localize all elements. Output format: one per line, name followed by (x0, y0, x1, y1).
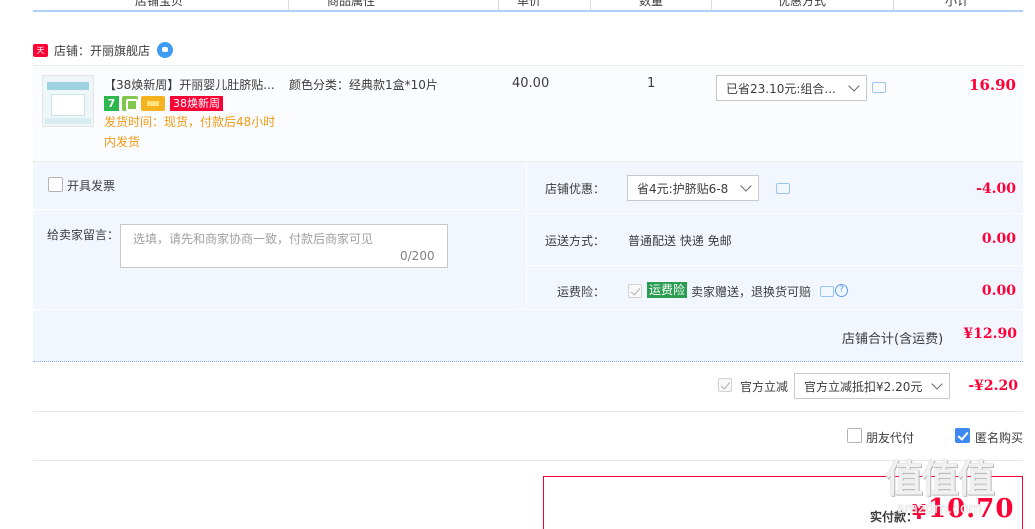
tmall-icon: 天猫 (33, 43, 48, 68)
insurance-description: 卖家赠送，退换货可赔 (691, 285, 812, 299)
shipping-amount: 0.00 (981, 231, 1016, 247)
friend-pay-checkbox[interactable] (847, 428, 862, 443)
shipping-method-value: 普通配送 快递 免邮 (628, 234, 732, 248)
header-divider (711, 0, 712, 10)
shop-header: 天猫 店铺：开丽旗舰店 (33, 41, 174, 68)
divider (33, 460, 1023, 461)
header-col-discount: 优惠方式 (778, 0, 827, 8)
panel-divider (33, 209, 526, 210)
invoice-label[interactable]: 开具发票 (67, 177, 115, 194)
seller-memo-placeholder: 选填，请先和商家协商一致，付款后商家可见 (133, 232, 374, 246)
chat-icon[interactable] (157, 42, 174, 58)
header-col-attr: 商品属性 (327, 0, 376, 8)
chevron-down-icon (931, 378, 943, 390)
watermark-logo: 值值值 (885, 457, 995, 501)
service-icons: 7 38焕新周 (104, 95, 223, 111)
header-divider (893, 0, 894, 10)
shop-promo-label: 店铺优惠： (544, 182, 605, 196)
chevron-down-icon (848, 80, 860, 92)
anonymous-purchase-checkbox[interactable] (955, 428, 970, 443)
shipping-time-note: 发货时间：现货，付款后48小时内发货 (104, 115, 276, 149)
header-col-price: 单价 (517, 0, 542, 8)
message-icon[interactable] (776, 183, 790, 194)
anonymous-purchase-label[interactable]: 匿名购买 (975, 429, 1023, 446)
quantity: 1 (647, 76, 656, 91)
message-icon[interactable] (820, 286, 834, 297)
insurance-label: 运费险： (556, 285, 605, 299)
official-discount-checkbox (718, 378, 732, 392)
header-divider (498, 0, 499, 10)
official-discount-amount: -¥2.20 (968, 378, 1018, 394)
divider (33, 411, 1023, 412)
shipping-method-label: 运送方式： (544, 234, 605, 248)
header-col-item: 店铺宝贝 (135, 0, 184, 8)
product-attribute: 颜色分类：经典款1盒*10片 (289, 78, 438, 92)
guarantee-icon (122, 95, 138, 111)
official-discount-select[interactable]: 官方立减抵扣¥2.20元 (794, 373, 950, 399)
watermark-site: smzdm.com (897, 501, 983, 517)
shop-name[interactable]: 店铺：开丽旗舰店 (54, 42, 150, 59)
promo-tag: 38焕新周 (170, 95, 223, 111)
panel-divider (33, 309, 1023, 310)
chevron-down-icon (740, 180, 752, 192)
unit-price: 40.00 (512, 76, 550, 91)
insurance-amount: 0.00 (981, 283, 1016, 299)
header-divider (288, 0, 289, 10)
insurance-checkbox (628, 284, 642, 298)
panel-divider (527, 265, 1023, 266)
header-col-subtotal: 小计 (945, 0, 970, 8)
seven-day-return-icon: 7 (104, 95, 119, 111)
message-icon[interactable] (872, 82, 886, 93)
official-discount-label: 官方立减 (740, 380, 789, 394)
product-title[interactable]: 【38焕新周】开丽婴儿肚脐贴... (104, 76, 280, 93)
insurance-badge: 运费险 (647, 282, 688, 298)
header-divider (590, 0, 591, 10)
shop-promo-value: 省4元:护脐贴6-8 (637, 181, 729, 196)
shop-total-label: 店铺合计(含运费) (842, 332, 944, 347)
product-thumbnail[interactable] (42, 75, 94, 127)
memo-char-count: 0/200 (400, 249, 435, 263)
card-payment-icon (141, 95, 165, 111)
seller-memo-label: 给卖家留言： (47, 228, 120, 242)
invoice-checkbox[interactable] (48, 177, 63, 192)
friend-pay-label[interactable]: 朋友代付 (866, 429, 914, 446)
item-subtotal: 16.90 (969, 76, 1016, 94)
item-discount-select[interactable]: 已省23.10元:组合... (716, 75, 867, 101)
shop-promo-amount: -4.00 (976, 181, 1016, 197)
help-icon[interactable]: ? (835, 284, 848, 297)
item-discount-value: 已省23.10元:组合... (726, 81, 836, 96)
panel-divider (527, 213, 1023, 214)
shop-promo-select[interactable]: 省4元:护脐贴6-8 (627, 175, 759, 201)
header-col-qty: 数量 (639, 0, 664, 8)
table-header: 店铺宝贝 商品属性 单价 数量 优惠方式 小计 (33, 0, 1023, 12)
official-discount-value: 官方立减抵扣¥2.20元 (804, 379, 923, 394)
shop-total-amount: ¥12.90 (963, 326, 1017, 342)
